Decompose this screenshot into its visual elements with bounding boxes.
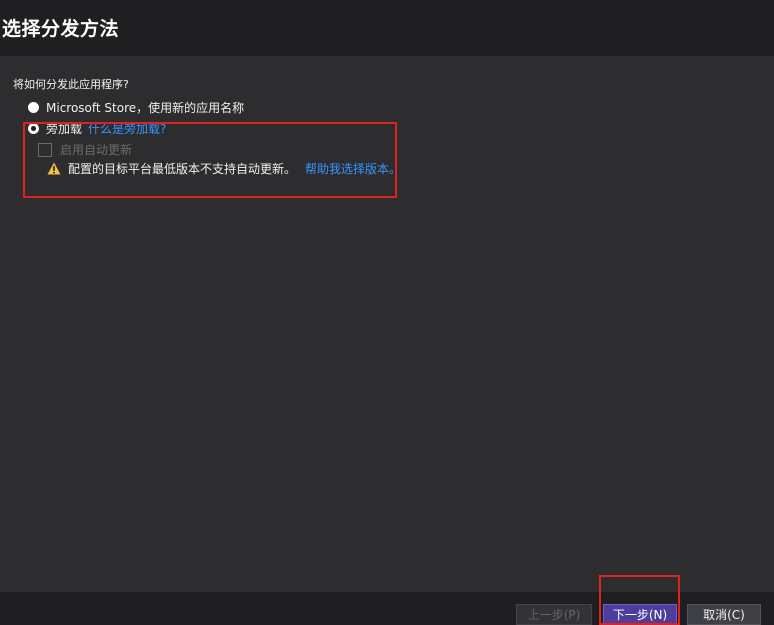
choose-version-link[interactable]: 帮助我选择版本。	[305, 160, 401, 177]
warning-text: 配置的目标平台最低版本不支持自动更新。	[68, 162, 297, 176]
version-warning: 配置的目标平台最低版本不支持自动更新。 帮助我选择版本。	[47, 160, 401, 177]
dialog-title: 选择分发方法	[2, 18, 120, 40]
radio-button-store[interactable]	[28, 102, 39, 113]
radio-label-store: Microsoft Store，使用新的应用名称	[46, 101, 245, 115]
radio-option-sideload[interactable]: 旁加载 什么是旁加载?	[28, 120, 166, 137]
cancel-button[interactable]: 取消(C)	[687, 604, 761, 625]
auto-update-label: 启用自动更新	[60, 143, 133, 157]
radio-button-sideload[interactable]	[28, 123, 39, 134]
auto-update-checkbox	[38, 142, 52, 157]
sideload-help-link[interactable]: 什么是旁加载?	[88, 120, 166, 137]
radio-option-store[interactable]: Microsoft Store，使用新的应用名称	[28, 99, 244, 116]
auto-update-option: 启用自动更新	[38, 141, 132, 158]
radio-label-sideload: 旁加载	[46, 122, 83, 136]
prev-button[interactable]: 上一步(P)	[516, 604, 592, 625]
question-label: 将如何分发此应用程序?	[13, 78, 129, 91]
title-bar: 选择分发方法	[0, 0, 774, 56]
warning-icon	[47, 162, 61, 175]
next-button[interactable]: 下一步(N)	[603, 604, 677, 625]
distribution-dialog: 选择分发方法 将如何分发此应用程序? Microsoft Store，使用新的应…	[0, 0, 774, 625]
dialog-content: 将如何分发此应用程序? Microsoft Store，使用新的应用名称 旁加载…	[0, 56, 774, 592]
